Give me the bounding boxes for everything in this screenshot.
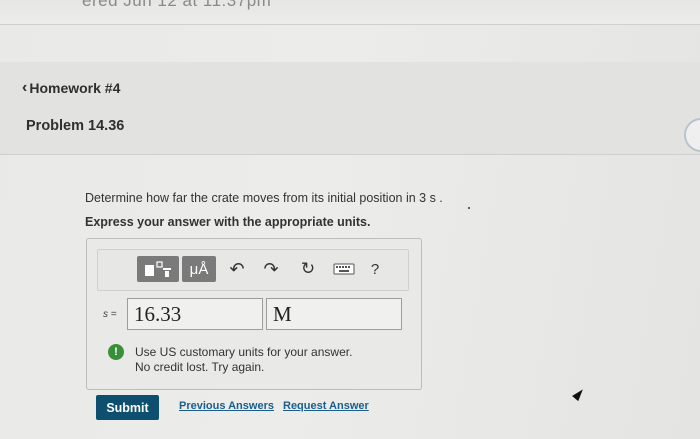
previous-answers-link[interactable]: Previous Answers [179, 400, 274, 412]
redo-button[interactable]: ↷ [262, 256, 280, 282]
variable-label: s = [103, 309, 117, 320]
reset-icon: ↻ [300, 259, 316, 278]
template-icon [145, 261, 171, 277]
answer-value-field[interactable]: 16.33 [127, 298, 263, 330]
feedback-message: Use US customary units for your answer. [135, 345, 353, 359]
assignment-header [0, 62, 700, 155]
topbar-partial-text: ered Jun 12 at 11:37pm [82, 0, 272, 10]
undo-icon: ↶ [229, 258, 245, 279]
chevron-left-icon: ‹ [22, 79, 28, 96]
request-answer-link[interactable]: Request Answer [283, 400, 369, 412]
back-link-label: Homework #4 [29, 80, 121, 96]
answer-instruction: Express your answer with the appropriate… [85, 215, 371, 229]
help-icon: ? [370, 260, 380, 278]
reset-button[interactable]: ↻ [298, 256, 318, 282]
submit-button[interactable]: Submit [96, 395, 159, 420]
template-button[interactable] [137, 256, 179, 282]
mouse-cursor-icon [572, 386, 586, 402]
undo-button[interactable]: ↶ [228, 256, 246, 282]
back-to-homework-link[interactable]: ‹ Homework #4 [22, 79, 120, 97]
feedback-status: No credit lost. Try again. [135, 360, 265, 374]
units-icon: μÅ [189, 260, 209, 278]
feedback-alert-icon: ! [108, 344, 124, 360]
top-bar: ered Jun 12 at 11:37pm [0, 0, 700, 25]
help-button[interactable]: ? [367, 256, 383, 282]
stray-dot [468, 207, 470, 209]
keyboard-icon [333, 263, 355, 275]
units-button[interactable]: μÅ [182, 256, 216, 282]
answer-unit-field[interactable]: M [266, 298, 402, 330]
redo-icon: ↷ [263, 258, 279, 279]
problem-title: Problem 14.36 [26, 118, 125, 134]
problem-prompt: Determine how far the crate moves from i… [85, 191, 443, 205]
keyboard-button[interactable] [333, 256, 355, 282]
